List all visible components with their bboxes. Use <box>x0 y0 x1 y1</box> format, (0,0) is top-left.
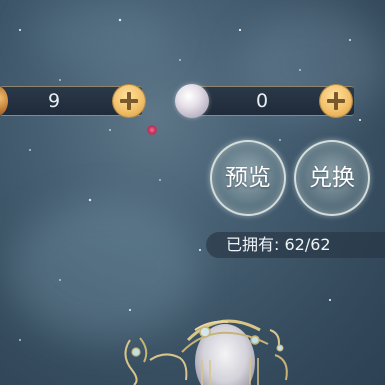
nebula-glow <box>30 0 170 70</box>
costume-ornament-icon <box>124 319 288 385</box>
pearl-count: 0 <box>256 90 269 112</box>
pink-star-icon <box>147 125 157 135</box>
add-pearl-button[interactable] <box>320 85 352 117</box>
add-gold-coin-button[interactable] <box>113 85 145 117</box>
pearl-icon <box>175 84 209 118</box>
owned-value: 62/62 <box>284 235 331 254</box>
preview-button[interactable]: 预览 <box>210 140 286 216</box>
owned-count-panel: 已拥有: 62/62 <box>206 232 385 258</box>
exchange-button[interactable]: 兑换 <box>294 140 370 216</box>
owned-label: 已拥有: <box>226 235 280 254</box>
gold-coin-count: 9 <box>48 90 61 112</box>
